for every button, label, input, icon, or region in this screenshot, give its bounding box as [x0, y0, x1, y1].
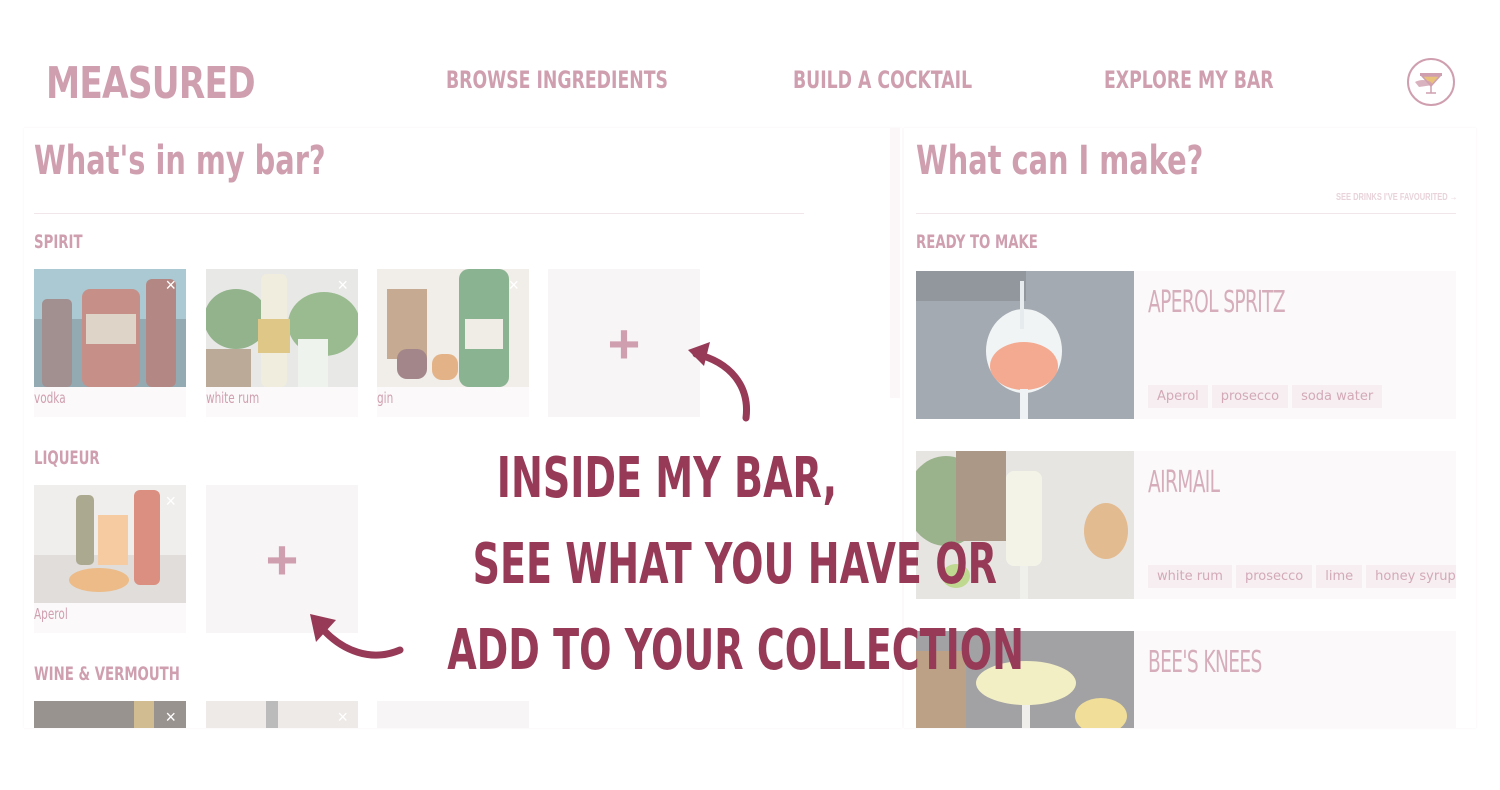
what-can-i-make-title: What can I make?	[916, 138, 1204, 184]
ingredient-tag: soda water	[1292, 385, 1383, 408]
my-bar-title: What's in my bar?	[34, 138, 326, 184]
add-wine-button[interactable]	[377, 701, 529, 728]
drink-tags: white rum prosecco lime honey syrup	[1148, 565, 1456, 588]
ingredient-card-gin[interactable]: × gin	[377, 269, 529, 417]
overlay-line-1: INSIDE MY BAR,	[496, 446, 838, 511]
white-rum-photo	[206, 269, 358, 387]
plus-icon: +	[607, 311, 641, 375]
add-spirit-button[interactable]: +	[548, 269, 700, 417]
remove-icon[interactable]: ×	[337, 707, 348, 728]
ingredient-tag: prosecco	[1235, 565, 1313, 588]
ready-to-make-label: READY TO MAKE	[916, 231, 1038, 253]
cocktail-hand-icon	[1415, 73, 1442, 94]
nav-browse-ingredients[interactable]: BROWSE INGREDIENTS	[446, 66, 668, 94]
ingredient-tag: Aperol	[1148, 385, 1208, 408]
remove-vodka-icon[interactable]: ×	[165, 275, 176, 296]
curved-arrow-icon	[310, 614, 404, 659]
ingredient-card-partial[interactable]: ×	[206, 701, 358, 728]
drink-tags: Aperol prosecco soda water	[1148, 385, 1383, 408]
remove-icon[interactable]: ×	[165, 707, 176, 728]
ingredient-name: white rum	[206, 389, 260, 407]
ingredient-card-aperol[interactable]: × Aperol	[34, 485, 186, 633]
ingredient-card-partial[interactable]: ×	[34, 701, 186, 728]
gin-photo	[377, 269, 529, 387]
drink-card-airmail[interactable]: AIRMAIL white rum prosecco lime honey sy…	[916, 451, 1456, 599]
ingredient-card-white-rum[interactable]: × white rum	[206, 269, 358, 417]
ingredient-name: gin	[377, 389, 394, 407]
aperol-spritz-photo	[916, 271, 1134, 419]
group-label-spirit: SPIRIT	[34, 231, 83, 253]
curved-arrow-icon	[688, 342, 750, 422]
remove-gin-icon[interactable]: ×	[508, 275, 519, 296]
title-divider	[916, 213, 1456, 214]
title-divider	[34, 213, 804, 214]
remove-aperol-icon[interactable]: ×	[165, 491, 176, 512]
panel-divider	[890, 128, 900, 398]
ingredient-tag: honey syrup	[1366, 565, 1456, 588]
favourites-link[interactable]: SEE DRINKS I'VE FAVOURITED →	[1336, 192, 1457, 203]
overlay-line-2: SEE WHAT YOU HAVE OR	[472, 532, 997, 597]
drink-name: AIRMAIL	[1148, 465, 1220, 500]
nav-build-a-cocktail[interactable]: BUILD A COCKTAIL	[793, 66, 972, 94]
ingredient-tag: lime	[1316, 565, 1363, 588]
app-logo[interactable]: MEASURED	[46, 58, 256, 109]
ingredient-tag: white rum	[1148, 565, 1232, 588]
drink-name: BEE'S KNEES	[1148, 645, 1262, 680]
nav-explore-my-bar[interactable]: EXPLORE MY BAR	[1104, 66, 1274, 94]
drink-name: APEROL SPRITZ	[1148, 285, 1286, 320]
group-label-liqueur: LIQUEUR	[34, 447, 100, 469]
ingredient-card-vodka[interactable]: × vodka	[34, 269, 186, 417]
avatar[interactable]	[1407, 58, 1455, 106]
remove-white-rum-icon[interactable]: ×	[337, 275, 348, 296]
ingredient-tag: prosecco	[1211, 385, 1289, 408]
group-label-wine-vermouth: WINE & VERMOUTH	[34, 663, 180, 685]
vodka-photo	[34, 269, 186, 387]
drink-card-aperol-spritz[interactable]: APEROL SPRITZ Aperol prosecco soda water	[916, 271, 1456, 419]
wine-photo	[34, 701, 186, 728]
aperol-photo	[34, 485, 186, 603]
ingredient-name: Aperol	[34, 605, 68, 623]
overlay-line-3: ADD TO YOUR COLLECTION	[447, 618, 1025, 683]
ingredient-name: vodka	[34, 389, 66, 407]
vermouth-photo	[206, 701, 358, 728]
